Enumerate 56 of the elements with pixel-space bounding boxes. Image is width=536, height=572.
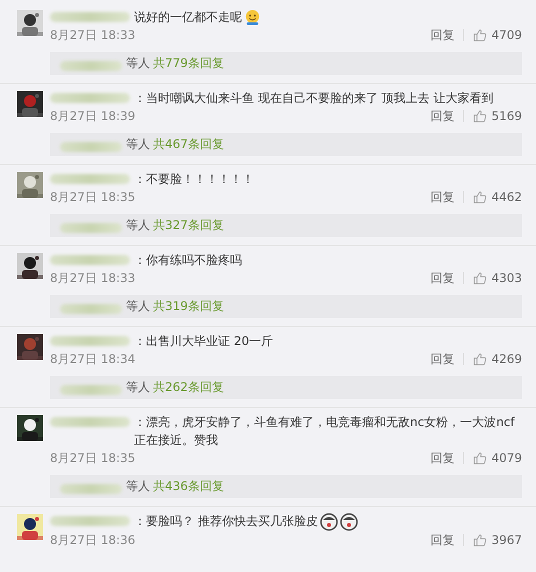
thumbs-up-icon bbox=[473, 190, 488, 204]
thread-text: 等人 bbox=[126, 136, 150, 153]
blurred-username bbox=[60, 142, 122, 152]
comment-date: 8月27日 18:36 bbox=[50, 532, 136, 548]
thumbs-up-icon bbox=[473, 451, 488, 465]
thread-text: 等人 bbox=[126, 298, 150, 315]
like-button[interactable]: 4079 bbox=[473, 451, 522, 465]
smiley-emoji-icon bbox=[244, 9, 261, 26]
thread-text: 等人 bbox=[126, 217, 150, 234]
comment-text: ：不要脸！！！！！！ bbox=[134, 171, 254, 188]
reply-link[interactable]: 回复 bbox=[430, 26, 454, 44]
comment-date: 8月27日 18:33 bbox=[50, 26, 136, 44]
reply-link[interactable]: 回复 bbox=[430, 108, 454, 124]
reply-count-link[interactable]: 共262条回复 bbox=[153, 379, 224, 396]
reply-link[interactable]: 回复 bbox=[430, 532, 454, 548]
round-face-icon bbox=[320, 513, 338, 531]
like-button[interactable]: 4269 bbox=[473, 352, 522, 366]
comment-text: ：当时嘲讽大仙来斗鱼 现在自己不要脸的来了 顶我上去 让大家看到 bbox=[134, 90, 494, 107]
blurred-username bbox=[60, 222, 122, 232]
blurred-username bbox=[60, 484, 122, 494]
comment-text: ：要脸吗？ 推荐你快去买几张脸皮 bbox=[134, 513, 318, 530]
reply-link[interactable]: 回复 bbox=[430, 350, 454, 368]
comment-text: ：漂亮，虎牙安静了，斗鱼有难了，电竞毒瘤和无敌nc女粉，一大波ncf正在接近。赞我 bbox=[134, 414, 516, 449]
blurred-username bbox=[60, 60, 122, 70]
comment-date: 8月27日 18:35 bbox=[50, 450, 136, 466]
reply-count-link[interactable]: 共327条回复 bbox=[153, 217, 224, 234]
thumbs-up-icon bbox=[473, 28, 488, 42]
like-button[interactable]: 3967 bbox=[473, 533, 522, 547]
blurred-username bbox=[60, 384, 122, 394]
thumbs-up-icon bbox=[473, 109, 488, 123]
blurred-username bbox=[60, 304, 122, 314]
comment-date: 8月27日 18:35 bbox=[50, 188, 136, 206]
reply-link[interactable]: 回复 bbox=[430, 450, 454, 466]
reply-count-link[interactable]: 共779条回复 bbox=[153, 55, 224, 72]
like-button[interactable]: 4462 bbox=[473, 190, 522, 204]
thread-text: 等人 bbox=[126, 379, 150, 396]
comment-text: 说好的一亿都不走呢 bbox=[134, 9, 242, 26]
thumbs-up-icon bbox=[473, 533, 488, 547]
like-button[interactable]: 4303 bbox=[473, 271, 522, 285]
comment-text: ：你有练吗不脸疼吗 bbox=[134, 252, 242, 269]
round-face-icon bbox=[340, 513, 358, 531]
comment-date: 8月27日 18:33 bbox=[50, 270, 136, 286]
thread-text: 等人 bbox=[126, 478, 150, 495]
reply-count-link[interactable]: 共319条回复 bbox=[153, 298, 224, 315]
reply-count-link[interactable]: 共436条回复 bbox=[153, 478, 224, 495]
comment-date: 8月27日 18:34 bbox=[50, 350, 136, 368]
comment-text: ：出售川大毕业证 20一斤 bbox=[134, 333, 274, 350]
like-button[interactable]: 4709 bbox=[473, 28, 522, 42]
reply-link[interactable]: 回复 bbox=[430, 270, 454, 286]
thumbs-up-icon bbox=[473, 271, 488, 285]
thumbs-up-icon bbox=[473, 352, 488, 366]
thread-text: 等人 bbox=[126, 55, 150, 72]
reply-count-link[interactable]: 共467条回复 bbox=[153, 136, 224, 153]
reply-link[interactable]: 回复 bbox=[430, 188, 454, 206]
comment-date: 8月27日 18:39 bbox=[50, 108, 136, 124]
like-button[interactable]: 5169 bbox=[473, 109, 522, 123]
